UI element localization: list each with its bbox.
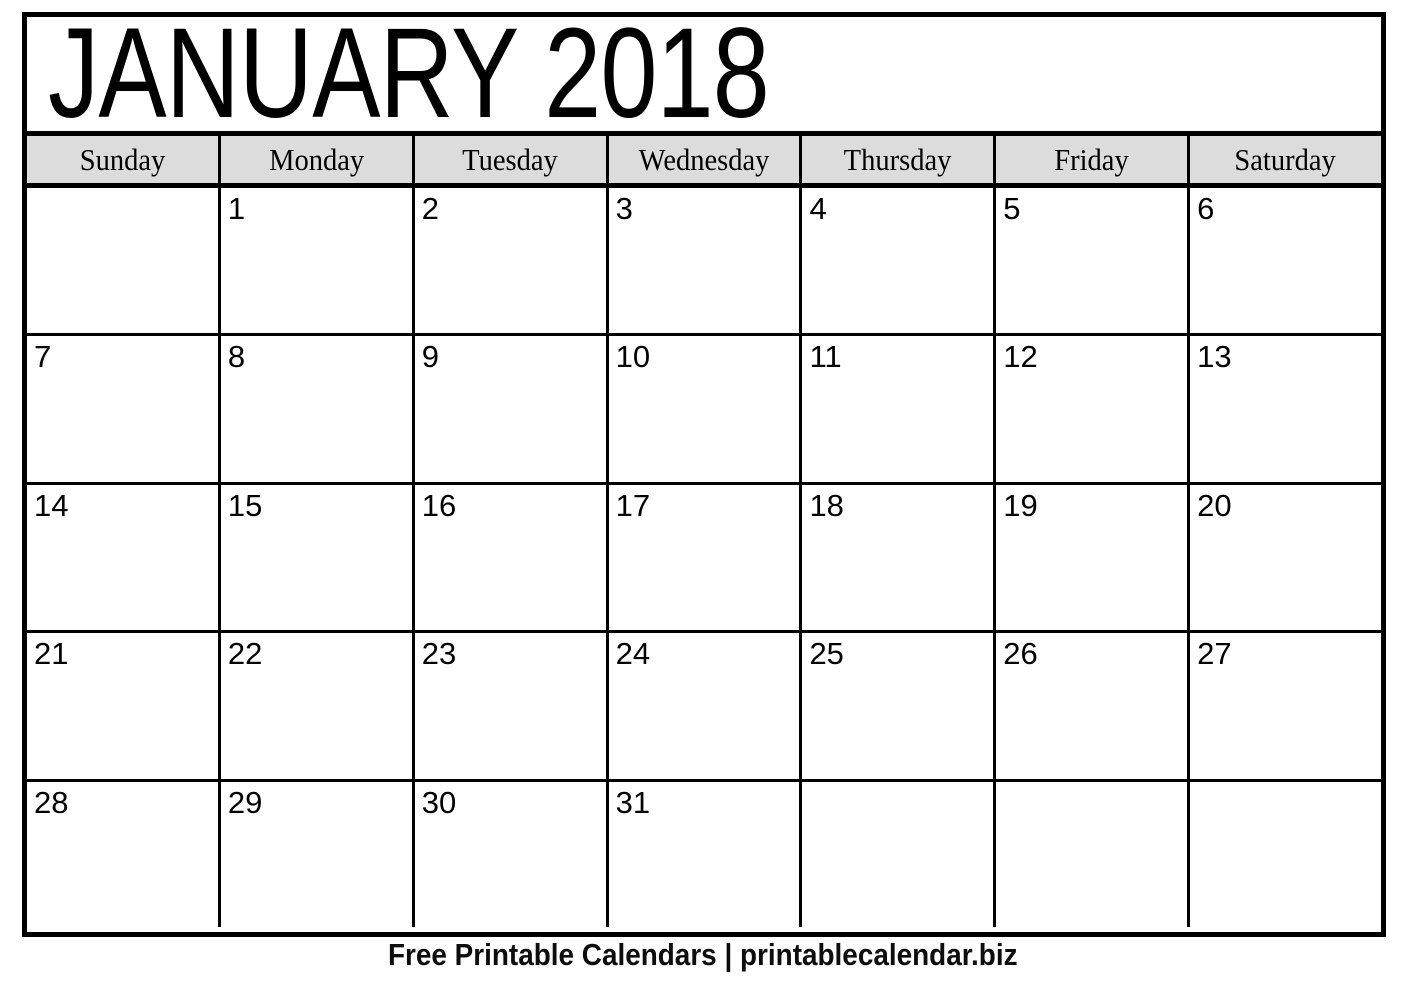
day-cell[interactable] [802,781,997,928]
day-cell[interactable] [27,188,221,334]
weekday-label: Saturday [1234,142,1337,177]
day-number: 15 [227,487,263,523]
day-number: 11 [809,339,842,375]
day-cell[interactable]: 22 [220,633,415,779]
page-title: JANUARY 2018 [48,17,770,136]
weekday-label: Friday [1054,142,1129,177]
day-cell[interactable] [996,781,1191,928]
day-cell[interactable]: 30 [414,781,609,928]
calendar-page: JANUARY 2018 Sunday Monday Tuesday Wedne… [0,0,1406,1000]
day-number: 25 [809,636,844,672]
day-cell[interactable]: 25 [802,633,997,779]
weekday-header-monday: Monday [220,136,415,183]
day-cell[interactable]: 8 [220,336,415,482]
weekday-header-saturday: Saturday [1190,136,1382,183]
week-row: 14 15 16 17 18 19 20 [27,484,1382,634]
day-cell[interactable]: 21 [27,633,221,779]
day-number: 24 [615,636,651,672]
day-cell[interactable]: 31 [608,781,803,928]
day-number: 16 [421,487,457,523]
day-number: 6 [1197,191,1215,226]
weekday-label: Tuesday [462,142,558,177]
day-cell[interactable]: 28 [27,781,221,928]
day-cell[interactable]: 20 [1190,484,1382,631]
weekday-header-thursday: Thursday [802,136,997,183]
day-cell[interactable]: 11 [802,336,997,482]
day-cell[interactable]: 3 [608,188,803,334]
day-number: 3 [615,191,633,226]
day-cell[interactable]: 1 [220,188,415,334]
calendar-frame: JANUARY 2018 Sunday Monday Tuesday Wedne… [22,12,1386,937]
week-row: 28 29 30 31 [27,781,1382,928]
day-cell[interactable]: 16 [414,484,609,631]
day-number: 28 [34,784,69,820]
day-number: 8 [227,339,246,375]
day-number: 19 [1003,487,1038,523]
weekday-label: Monday [268,142,364,177]
day-cell[interactable]: 24 [608,633,803,779]
day-cell[interactable]: 29 [220,781,415,928]
day-number: 17 [615,487,651,523]
day-number: 4 [809,191,827,226]
day-cell[interactable]: 12 [996,336,1191,482]
day-number: 12 [1003,339,1038,375]
footer: Free Printable Calendars | printablecale… [0,937,1406,972]
day-number: 20 [1197,487,1232,523]
day-number: 18 [809,487,844,523]
calendar-weeks: 1 2 3 4 5 6 7 8 9 10 11 12 13 14 15 16 1… [27,188,1382,928]
day-number: 26 [1003,636,1038,672]
day-cell[interactable]: 15 [220,484,415,631]
weekday-header-sunday: Sunday [27,136,221,183]
weekday-label: Wednesday [638,142,770,177]
day-cell[interactable]: 18 [802,484,997,631]
weekday-header-tuesday: Tuesday [414,136,609,183]
day-cell[interactable]: 27 [1190,633,1382,779]
day-number: 21 [34,636,69,672]
weekday-label: Sunday [79,142,166,177]
day-cell[interactable]: 26 [996,633,1191,779]
day-number: 30 [421,784,457,820]
weekday-header-friday: Friday [996,136,1191,183]
day-number: 31 [615,784,651,820]
day-cell[interactable]: 7 [27,336,221,482]
day-number: 14 [34,487,69,523]
week-row: 1 2 3 4 5 6 [27,188,1382,337]
day-cell[interactable]: 10 [608,336,803,482]
weekday-header-wednesday: Wednesday [608,136,803,183]
day-number: 10 [615,339,651,375]
week-row: 21 22 23 24 25 26 27 [27,633,1382,782]
day-cell[interactable]: 2 [414,188,609,334]
day-number: 9 [421,339,439,375]
day-cell[interactable]: 4 [802,188,997,334]
day-number: 13 [1197,339,1232,375]
day-cell[interactable]: 9 [414,336,609,482]
weekday-label: Thursday [843,142,952,177]
day-cell[interactable]: 6 [1190,188,1382,334]
day-number: 7 [34,339,52,375]
day-number: 2 [421,191,439,226]
calendar-title-band: JANUARY 2018 [27,17,1381,136]
day-number: 22 [227,636,263,672]
day-number: 29 [227,784,263,820]
week-row: 7 8 9 10 11 12 13 [27,336,1382,485]
day-cell[interactable]: 17 [608,484,803,631]
day-cell[interactable]: 14 [27,484,221,631]
day-number: 27 [1197,636,1232,672]
day-cell[interactable] [1190,781,1382,928]
day-cell[interactable]: 19 [996,484,1191,631]
day-cell[interactable]: 13 [1190,336,1382,482]
day-cell[interactable]: 5 [996,188,1191,334]
day-number: 1 [227,191,246,226]
footer-credit-text: Free Printable Calendars | printablecale… [388,937,1018,972]
weekday-header-row: Sunday Monday Tuesday Wednesday Thursday… [27,136,1382,188]
day-number: 23 [421,636,457,672]
day-cell[interactable]: 23 [414,633,609,779]
day-number: 5 [1003,191,1021,226]
